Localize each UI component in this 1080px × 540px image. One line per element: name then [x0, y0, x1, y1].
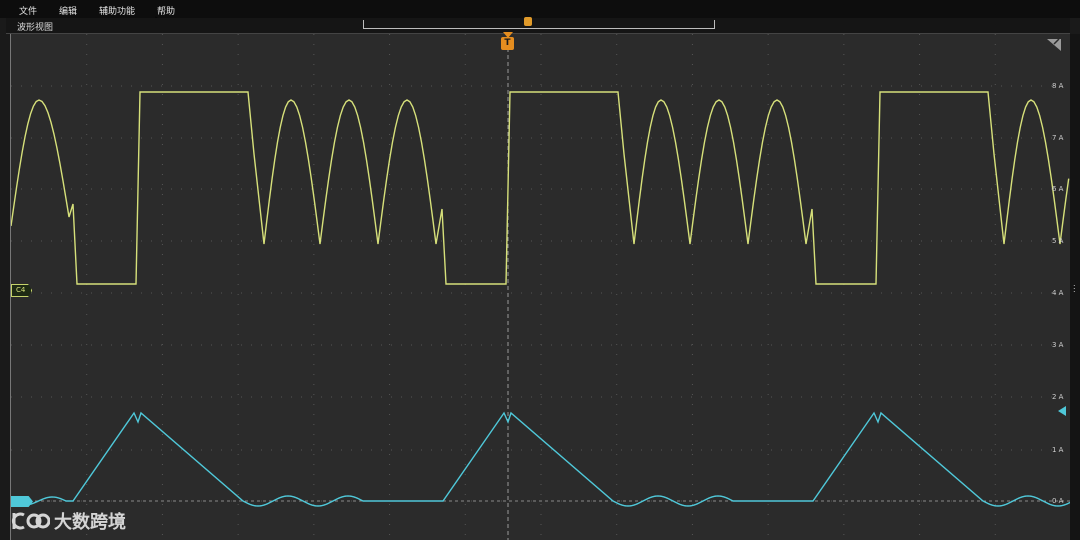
- channel-c4-trace: [11, 91, 1070, 285]
- channel-c2-trace: [11, 411, 1071, 507]
- axis-label-5a: 5 A: [1052, 237, 1064, 245]
- watermark-text: 大数跨境: [54, 512, 126, 533]
- axis-label-0a: 0 A: [1052, 497, 1064, 505]
- panel-title: 波形视图: [17, 23, 54, 33]
- channel-c2-badge[interactable]: [11, 496, 33, 507]
- menu-utility[interactable]: 辅助功能: [99, 4, 135, 17]
- axis-label-2a: 2 A: [1052, 393, 1064, 401]
- menu-edit[interactable]: 编辑: [59, 4, 77, 17]
- watermark-logo-icon: [11, 512, 50, 530]
- side-handle-icon[interactable]: ...: [1073, 280, 1076, 294]
- zoom-corner-icon[interactable]: [1045, 37, 1063, 53]
- record-overview-bar[interactable]: [363, 17, 715, 29]
- axis-label-1a: 1 A: [1052, 446, 1064, 454]
- reference-level-arrow-icon[interactable]: [1058, 406, 1066, 416]
- waveform-graticule: [11, 34, 1071, 540]
- menu-file[interactable]: 文件: [19, 4, 37, 17]
- axis-label-3a: 3 A: [1052, 341, 1064, 349]
- watermark: 大数跨境: [10, 508, 126, 534]
- axis-label-6a: 6 A: [1052, 185, 1064, 193]
- axis-label-8a: 8 A: [1052, 82, 1064, 90]
- axis-label-4a: 4 A: [1052, 289, 1064, 297]
- overview-trigger-marker[interactable]: [524, 17, 532, 26]
- trigger-badge[interactable]: T: [501, 37, 514, 50]
- waveform-viewport[interactable]: [10, 34, 1071, 540]
- axis-label-7a: 7 A: [1052, 134, 1064, 142]
- channel-c4-badge[interactable]: C4: [11, 284, 33, 297]
